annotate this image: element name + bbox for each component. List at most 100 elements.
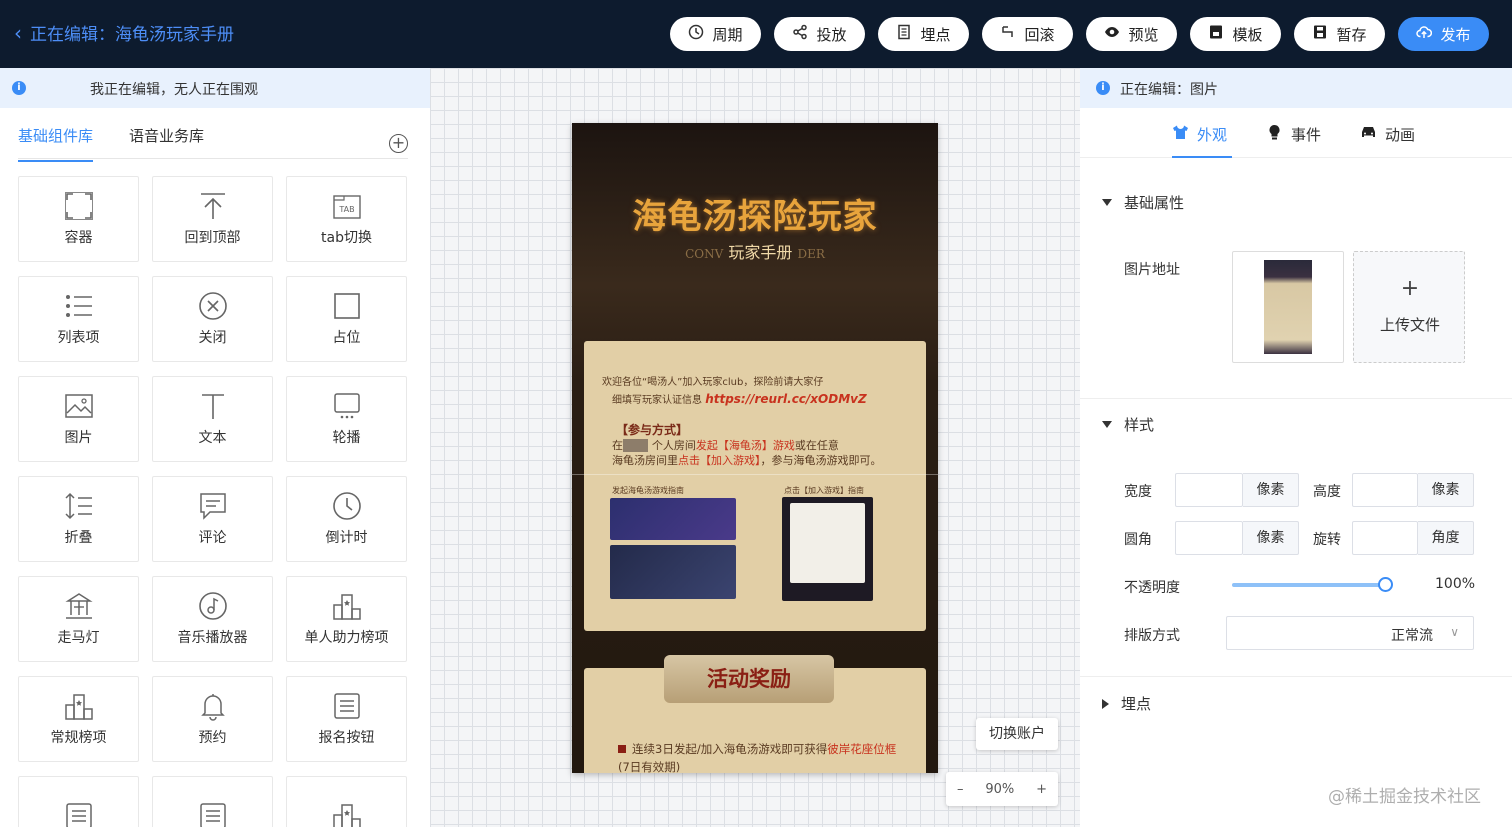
intro-line-1: 欢迎各位“喝汤人”加入玩家club，探险前请大家仔 — [602, 377, 824, 388]
collapse-icon — [64, 491, 94, 521]
component-carousel-horse[interactable]: 走马灯 — [18, 576, 139, 662]
caret-down-icon — [1102, 199, 1112, 206]
switch-account-button[interactable]: 切换账户 — [976, 718, 1058, 750]
add-library-button[interactable]: + — [389, 134, 408, 153]
property-info-bar: i 正在编辑：图片 — [1080, 68, 1512, 108]
tab-appearance[interactable]: 外观 — [1172, 124, 1227, 145]
property-tabs: 外观 事件 动画 — [1080, 108, 1512, 158]
guide-screenshot-3 — [782, 497, 873, 601]
section-divider — [1080, 676, 1512, 677]
layout-select[interactable]: 正常流 ∨ — [1226, 616, 1474, 650]
height-input[interactable] — [1352, 473, 1418, 507]
text-icon — [198, 391, 228, 421]
component-list-item[interactable]: 列表项 — [18, 276, 139, 362]
zoom-in-button[interactable]: + — [1036, 782, 1047, 797]
component-container[interactable]: 容器 — [18, 176, 139, 262]
deliver-button[interactable]: 投放 — [774, 17, 865, 51]
tab-basic-components[interactable]: 基础组件库 — [18, 125, 94, 162]
back-button[interactable]: ‹ 正在编辑：海龟汤玩家手册 — [14, 20, 234, 46]
guide-join-game: 点击【加入游戏】指南 — [784, 486, 864, 495]
tab-events[interactable]: 事件 — [1266, 124, 1321, 145]
zoom-out-button[interactable]: – — [957, 782, 964, 797]
return-icon — [1000, 24, 1016, 44]
form-icon — [64, 801, 94, 827]
editing-status: 我正在编辑，无人正在围观 — [90, 82, 258, 98]
component-image[interactable]: 图片 — [18, 376, 139, 462]
selection-guide-line — [572, 474, 938, 475]
guide-screenshot-1 — [610, 498, 736, 540]
svg-text:TAB: TAB — [338, 205, 354, 214]
car-icon — [1360, 124, 1377, 145]
component-close[interactable]: 关闭 — [152, 276, 273, 362]
section-style-toggle[interactable]: 样式 — [1102, 414, 1154, 435]
section-divider — [1080, 398, 1512, 399]
ranking-icon — [332, 801, 362, 827]
component-single-ranking[interactable]: 单人助力榜项 — [286, 576, 407, 662]
rotate-unit: 角度 — [1418, 521, 1474, 555]
join-instructions: 在▇▇▇ 个人房间发起【海龟汤】游戏或在任意 海龟汤房间里点击【加入游戏】，参与… — [612, 439, 882, 467]
component-placeholder[interactable]: 占位 — [286, 276, 407, 362]
top-bar: ‹ 正在编辑：海龟汤玩家手册 周期 投放 埋点 回滚 预览 模板 暂存 发布 — [0, 0, 1512, 68]
ranking-icon — [332, 591, 362, 621]
rollback-button[interactable]: 回滚 — [982, 17, 1073, 51]
signup-link: https://reurl.cc/xODMvZ — [705, 392, 867, 406]
container-icon — [64, 191, 94, 221]
section-basic-toggle[interactable]: 基础属性 — [1102, 192, 1184, 213]
radius-input[interactable] — [1175, 521, 1243, 555]
component-countdown[interactable]: 倒计时 — [286, 476, 407, 562]
component-tab-switch[interactable]: TAB tab切换 — [286, 176, 407, 262]
preview-button[interactable]: 预览 — [1086, 17, 1177, 51]
component-form-2[interactable] — [152, 776, 273, 827]
form-icon — [198, 801, 228, 827]
rotate-input[interactable] — [1352, 521, 1418, 555]
reward-title: 活动奖励 — [664, 655, 834, 703]
component-regular-ranking[interactable]: 常规榜项 — [18, 676, 139, 762]
chevron-down-icon: ∨ — [1450, 625, 1459, 639]
watermark: @稀土掘金技术社区 — [1328, 787, 1481, 807]
section-tracking-toggle[interactable]: 埋点 — [1102, 693, 1151, 714]
music-icon — [198, 591, 228, 621]
tab-animation[interactable]: 动画 — [1360, 124, 1415, 145]
height-label: 高度 — [1313, 484, 1341, 500]
tab-voice-business[interactable]: 语音业务库 — [129, 125, 204, 162]
component-reservation[interactable]: 预约 — [152, 676, 273, 762]
component-collapse[interactable]: 折叠 — [18, 476, 139, 562]
cycle-button[interactable]: 周期 — [670, 17, 761, 51]
opacity-slider[interactable] — [1232, 583, 1386, 587]
save-draft-button[interactable]: 暂存 — [1294, 17, 1385, 51]
opacity-slider-handle[interactable] — [1378, 577, 1393, 592]
ranking-icon — [64, 691, 94, 721]
tab-icon: TAB — [332, 191, 362, 221]
component-carousel[interactable]: 轮播 — [286, 376, 407, 462]
zoom-level: 90% — [985, 781, 1015, 797]
clock-icon — [688, 24, 704, 44]
bulb-icon — [1266, 124, 1283, 145]
bell-icon — [198, 691, 228, 721]
caret-down-icon — [1102, 421, 1112, 428]
component-signup-button[interactable]: 报名按钮 — [286, 676, 407, 762]
caret-right-icon — [1102, 698, 1109, 709]
tracking-button[interactable]: 埋点 — [878, 17, 969, 51]
publish-button[interactable]: 发布 — [1398, 17, 1489, 51]
info-icon: i — [1096, 81, 1110, 95]
upload-file-button[interactable]: + 上传文件 — [1353, 251, 1465, 363]
image-preview[interactable] — [1232, 251, 1344, 363]
shirt-icon — [1172, 124, 1189, 145]
width-input[interactable] — [1175, 473, 1243, 507]
library-tabs: 基础组件库 语音业务库 — [18, 125, 204, 162]
editor-canvas[interactable]: 海龟汤探险玩家 CONV 玩家手册 DER 欢迎各位“喝汤人”加入玩家club，… — [430, 68, 1080, 827]
image-url-label: 图片地址 — [1124, 262, 1180, 278]
component-music-player[interactable]: 音乐播放器 — [152, 576, 273, 662]
placeholder-icon — [332, 291, 362, 321]
property-panel: i 正在编辑：图片 外观 事件 动画 基础属性 图片地址 + 上传文件 样式 宽… — [1080, 68, 1512, 827]
component-text[interactable]: 文本 — [152, 376, 273, 462]
zoom-control: – 90% + — [946, 772, 1058, 806]
tab-divider — [18, 158, 408, 159]
intro-line-2: 细填写玩家认证信息 https://reurl.cc/xODMvZ — [612, 392, 867, 406]
component-comment[interactable]: 评论 — [152, 476, 273, 562]
template-button[interactable]: 模板 — [1190, 17, 1281, 51]
component-ranking-3[interactable] — [286, 776, 407, 827]
component-form-1[interactable] — [18, 776, 139, 827]
component-back-to-top[interactable]: 回到顶部 — [152, 176, 273, 262]
poster-image[interactable]: 海龟汤探险玩家 CONV 玩家手册 DER 欢迎各位“喝汤人”加入玩家club，… — [572, 123, 938, 773]
